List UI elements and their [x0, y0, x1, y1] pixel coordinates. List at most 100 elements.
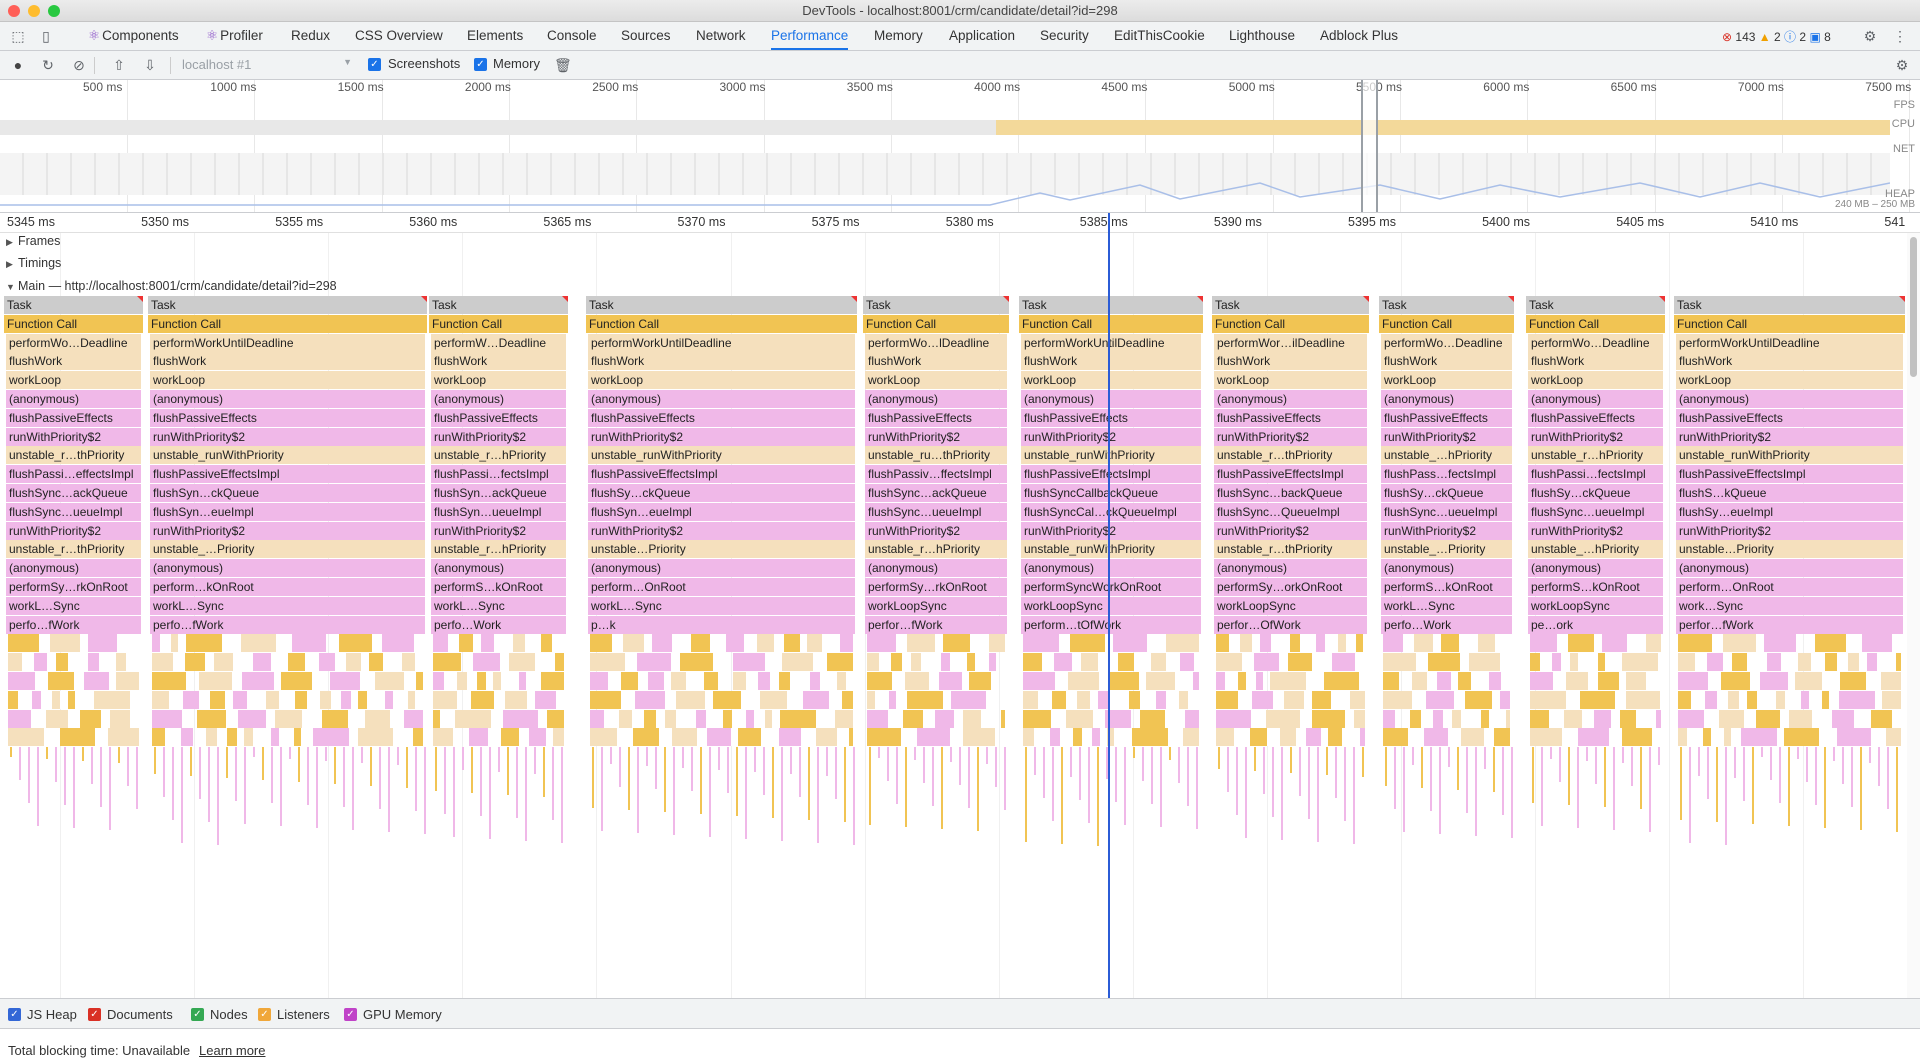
call-stack-event[interactable]	[152, 709, 183, 728]
call-stack-event[interactable]	[46, 709, 69, 728]
call-stack-event[interactable]	[295, 690, 308, 709]
call-stack-event[interactable]	[1626, 672, 1647, 690]
call-stack-event[interactable]	[1180, 653, 1195, 672]
call-stack-event[interactable]	[108, 728, 140, 747]
call-stack-event[interactable]	[867, 709, 889, 728]
call-stack-event[interactable]	[433, 653, 462, 672]
call-stack-event[interactable]: flushWork	[1381, 352, 1513, 371]
call-stack-event[interactable]	[1784, 728, 1820, 747]
call-stack-event[interactable]: (anonymous)	[431, 390, 567, 408]
call-stack-event[interactable]	[1469, 653, 1501, 672]
counter-checkbox-js-heap[interactable]: ✓	[8, 1008, 21, 1021]
call-stack-event[interactable]	[1052, 690, 1067, 709]
call-stack-event[interactable]	[1124, 747, 1127, 826]
call-stack-event[interactable]	[989, 653, 997, 672]
call-stack-event[interactable]: flushSyn…ueueImpl	[431, 502, 567, 521]
call-stack-event[interactable]	[501, 728, 520, 747]
call-stack-event[interactable]	[1290, 634, 1301, 653]
call-stack-event[interactable]	[94, 690, 131, 709]
more-options-icon[interactable]: ⋮	[1892, 28, 1908, 44]
call-stack-event[interactable]	[1568, 747, 1571, 806]
call-stack-event[interactable]	[477, 672, 487, 690]
call-stack-event[interactable]	[867, 728, 902, 747]
call-stack-event[interactable]	[238, 709, 267, 728]
call-stack-event[interactable]	[553, 728, 565, 747]
call-stack-event[interactable]: flushSync…ackQueue	[6, 484, 142, 502]
call-stack-event[interactable]	[91, 747, 94, 785]
call-stack-event[interactable]	[1760, 672, 1789, 690]
call-stack-event[interactable]: runWithPriority$2	[1676, 521, 1904, 540]
call-stack-event[interactable]	[905, 672, 930, 690]
call-stack-event[interactable]	[433, 709, 441, 728]
call-stack-event[interactable]	[1414, 634, 1434, 653]
call-stack-event[interactable]: flushWork	[865, 352, 1008, 371]
clear-icon[interactable]: ⊘	[71, 57, 87, 73]
call-stack-event[interactable]	[1312, 709, 1346, 728]
call-stack-event[interactable]: flushSyn…eueImpl	[150, 502, 426, 521]
call-stack-event[interactable]	[1066, 709, 1094, 728]
call-stack-event[interactable]	[1458, 672, 1472, 690]
call-stack-event[interactable]	[1218, 747, 1221, 770]
call-stack-event[interactable]	[413, 728, 424, 747]
call-stack-event[interactable]	[803, 690, 830, 709]
inspect-element-icon[interactable]: ⬚	[10, 28, 26, 44]
call-stack-event[interactable]	[1678, 690, 1692, 709]
call-stack-event[interactable]: flushWork	[588, 352, 856, 371]
call-stack-event[interactable]: workLoop	[1214, 371, 1368, 390]
call-stack-event[interactable]	[28, 747, 31, 804]
call-stack-event[interactable]	[493, 672, 502, 690]
call-stack-event[interactable]	[682, 747, 685, 769]
call-stack-event[interactable]: (anonymous)	[1676, 390, 1904, 408]
call-stack-event[interactable]	[509, 653, 536, 672]
call-stack-event[interactable]	[365, 709, 391, 728]
call-stack-event[interactable]	[1604, 747, 1607, 808]
call-stack-event[interactable]	[1678, 634, 1713, 653]
call-stack-event[interactable]	[1034, 747, 1037, 776]
call-stack-event[interactable]	[1502, 747, 1505, 816]
call-stack-event[interactable]	[1570, 653, 1579, 672]
call-stack-event[interactable]	[1160, 747, 1163, 828]
call-stack-event[interactable]: flushPassiveEffects	[150, 408, 426, 427]
call-stack-event[interactable]	[397, 747, 400, 766]
call-stack-event[interactable]	[1658, 747, 1661, 766]
call-stack-event[interactable]	[969, 672, 992, 690]
call-stack-event[interactable]	[633, 728, 660, 747]
call-stack-event[interactable]: (anonymous)	[1676, 559, 1904, 578]
call-stack-event[interactable]	[1564, 709, 1583, 728]
call-stack-event[interactable]	[1023, 690, 1039, 709]
call-stack-event[interactable]	[1842, 747, 1845, 785]
call-stack-event[interactable]	[433, 690, 458, 709]
call-stack-event[interactable]: flushWork	[1021, 352, 1202, 371]
call-stack-event[interactable]	[50, 634, 81, 653]
call-stack-event[interactable]	[271, 747, 274, 804]
call-stack-event[interactable]	[590, 690, 622, 709]
call-stack-event[interactable]: unstable_…hPriority	[1381, 446, 1513, 465]
call-stack-event[interactable]: flushPassiveEffects	[1676, 408, 1904, 427]
call-stack-event[interactable]	[37, 747, 40, 827]
call-stack-event[interactable]	[375, 672, 405, 690]
call-stack-event[interactable]	[1077, 690, 1091, 709]
call-stack-event[interactable]	[1245, 747, 1248, 839]
call-stack-event[interactable]: flushPassiveEffects	[1528, 408, 1664, 427]
call-stack-event[interactable]: flushSyn…ckQueue	[150, 484, 426, 502]
task-event[interactable]: Task	[863, 296, 1010, 314]
call-stack-event[interactable]: performW…Deadline	[431, 333, 567, 352]
call-stack-event[interactable]	[718, 747, 721, 771]
call-stack-event[interactable]: flushSyn…ackQueue	[431, 484, 567, 502]
call-stack-event[interactable]	[869, 747, 872, 826]
function-call-event[interactable]: Function Call	[1674, 314, 1905, 333]
call-stack-event[interactable]	[1052, 747, 1055, 822]
call-stack-event[interactable]	[1113, 634, 1148, 653]
call-stack-event[interactable]: (anonymous)	[1381, 390, 1513, 408]
call-stack-event[interactable]	[1475, 747, 1478, 837]
call-stack-event[interactable]	[1270, 672, 1307, 690]
call-stack-event[interactable]	[541, 634, 553, 653]
call-stack-event[interactable]	[810, 672, 821, 690]
call-stack-event[interactable]: performSyncWorkOnRoot	[1021, 578, 1202, 596]
call-stack-event[interactable]	[923, 747, 926, 784]
call-stack-event[interactable]	[1109, 672, 1140, 690]
call-stack-event[interactable]	[765, 709, 773, 728]
call-stack-event[interactable]	[185, 653, 206, 672]
call-stack-event[interactable]	[369, 653, 384, 672]
call-stack-event[interactable]	[1394, 747, 1397, 810]
